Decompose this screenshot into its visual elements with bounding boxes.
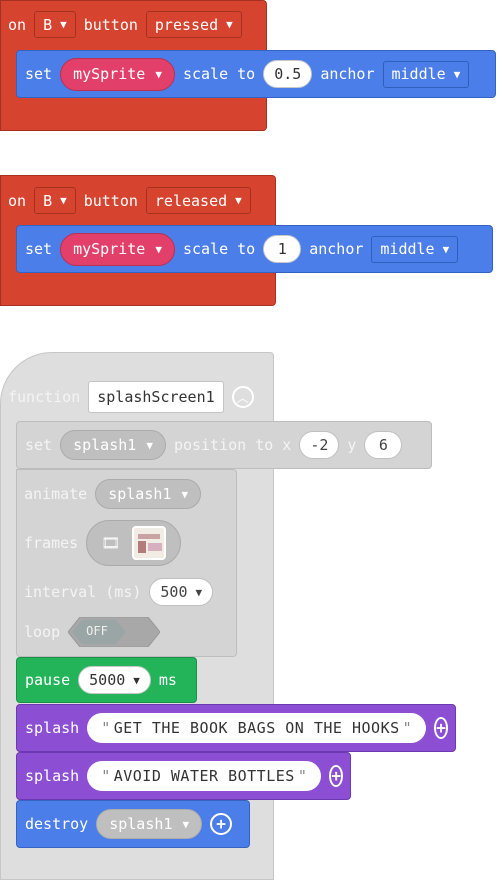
- button-label: button: [83, 15, 138, 34]
- interval-row: interval (ms) 500 ▼: [16, 577, 221, 607]
- event-header-released: on B ▼ button released ▼: [0, 184, 259, 217]
- on-label: on: [8, 15, 27, 34]
- caret-down-icon: ▼: [235, 194, 242, 207]
- splash-text: GET THE BOOK BAGS ON THE HOOKS: [113, 719, 400, 737]
- open-quote-icon: ": [101, 767, 111, 785]
- caret-down-icon: ▼: [226, 18, 233, 31]
- button-dropdown[interactable]: B ▼: [34, 11, 76, 38]
- position-to-x-label: position to x: [173, 436, 292, 454]
- caret-down-icon: ▼: [155, 242, 162, 256]
- pause-value-dropdown[interactable]: 5000 ▼: [78, 666, 151, 694]
- anchor-dropdown[interactable]: middle ▼: [371, 235, 459, 263]
- anchor-label: anchor: [320, 65, 375, 83]
- button-dropdown[interactable]: B ▼: [34, 187, 76, 214]
- close-quote-icon: ": [297, 767, 308, 785]
- function-header: function splashScreen1 ︿: [0, 380, 262, 414]
- loop-row: loop OFF: [16, 617, 168, 647]
- scale-to-label: scale to: [182, 240, 256, 258]
- state-value: pressed: [154, 15, 219, 34]
- y-label: y: [347, 436, 357, 454]
- sprite-name: splash1: [73, 436, 137, 454]
- sprite-variable-pill[interactable]: splash1 ▼: [96, 809, 203, 839]
- caret-down-icon: ▼: [453, 67, 461, 81]
- set-label: set: [25, 436, 53, 454]
- caret-down-icon: ▼: [155, 67, 162, 81]
- splash-text-input[interactable]: " AVOID WATER BOTTLES ": [87, 761, 322, 791]
- ms-label: ms: [158, 671, 177, 689]
- button-value: B: [43, 191, 53, 210]
- pause-block[interactable]: pause 5000 ▼ ms: [16, 657, 197, 703]
- sprite-variable-pill[interactable]: mySprite ▼: [60, 232, 175, 266]
- button-label: button: [83, 191, 138, 210]
- splash-block-1[interactable]: splash " GET THE BOOK BAGS ON THE HOOKS " …: [16, 704, 456, 752]
- scale-value-input[interactable]: 1: [263, 235, 302, 263]
- button-value: B: [43, 15, 53, 34]
- frames-row: frames 🎞: [16, 519, 189, 567]
- sprite-variable-pill[interactable]: mySprite ▼: [60, 57, 175, 91]
- on-label: on: [8, 191, 27, 210]
- splash-label: splash: [25, 767, 80, 785]
- caret-down-icon: ▼: [146, 438, 153, 452]
- sprite-name: mySprite: [73, 65, 146, 83]
- set-position-block[interactable]: set splash1 ▼ position to x -2 y 6: [16, 421, 432, 469]
- function-keyword: function: [8, 388, 81, 406]
- destroy-label: destroy: [25, 815, 89, 833]
- sprite-variable-pill[interactable]: splash1 ▼: [95, 479, 202, 509]
- scale-to-label: scale to: [182, 65, 256, 83]
- sprite-variable-pill[interactable]: splash1 ▼: [60, 430, 166, 460]
- anchor-value: middle: [380, 240, 435, 258]
- set-scale-block-pressed[interactable]: set mySprite ▼ scale to 0.5 anchor middle…: [16, 50, 496, 98]
- sprite-name: mySprite: [73, 240, 146, 258]
- pause-label: pause: [25, 671, 71, 689]
- destroy-block[interactable]: destroy splash1 ▼ +: [16, 800, 250, 848]
- sprite-name: splash1: [108, 485, 172, 503]
- splash-text-input[interactable]: " GET THE BOOK BAGS ON THE HOOKS ": [87, 713, 427, 743]
- loop-toggle[interactable]: OFF: [68, 617, 161, 647]
- interval-label: interval (ms): [24, 583, 142, 601]
- state-dropdown[interactable]: released ▼: [145, 187, 251, 214]
- frames-label: frames: [24, 534, 79, 552]
- animate-label: animate: [24, 485, 88, 503]
- interval-dropdown[interactable]: 500 ▼: [149, 578, 214, 606]
- collapse-icon[interactable]: ︿: [231, 386, 254, 408]
- add-icon[interactable]: +: [210, 813, 233, 835]
- caret-down-icon: ▼: [442, 242, 450, 256]
- pause-value: 5000: [89, 671, 126, 689]
- caret-down-icon: ▼: [133, 673, 140, 687]
- open-quote-icon: ": [101, 719, 111, 737]
- add-icon[interactable]: +: [329, 765, 343, 787]
- interval-value: 500: [160, 583, 188, 601]
- x-value-input[interactable]: -2: [299, 431, 340, 459]
- splash-block-2[interactable]: splash " AVOID WATER BOTTLES " +: [16, 752, 351, 800]
- event-header-pressed: on B ▼ button pressed ▼: [0, 8, 250, 41]
- state-dropdown[interactable]: pressed ▼: [145, 11, 242, 38]
- caret-down-icon: ▼: [60, 18, 67, 31]
- splash-text: AVOID WATER BOTTLES: [113, 767, 295, 785]
- caret-down-icon: ▼: [60, 194, 67, 207]
- anchor-dropdown[interactable]: middle ▼: [382, 60, 470, 88]
- set-label: set: [25, 240, 53, 258]
- scale-value-input[interactable]: 0.5: [263, 60, 313, 88]
- add-icon[interactable]: +: [434, 717, 448, 739]
- toggle-shape: [68, 617, 161, 647]
- frames-field[interactable]: 🎞: [86, 520, 182, 566]
- state-value: released: [154, 191, 228, 210]
- film-icon: 🎞: [101, 534, 121, 552]
- frame-thumbnail: [132, 526, 167, 560]
- sprite-name: splash1: [109, 815, 173, 833]
- caret-down-icon: ▼: [181, 487, 189, 501]
- anchor-value: middle: [391, 65, 446, 83]
- set-scale-block-released[interactable]: set mySprite ▼ scale to 1 anchor middle ▼: [16, 225, 493, 273]
- caret-down-icon: ▼: [182, 817, 190, 831]
- y-value-input[interactable]: 6: [364, 431, 403, 459]
- loop-state-label: OFF: [86, 624, 108, 638]
- set-label: set: [25, 65, 53, 83]
- animate-row: animate splash1 ▼: [16, 479, 209, 509]
- anchor-label: anchor: [309, 240, 364, 258]
- close-quote-icon: ": [402, 719, 413, 737]
- caret-down-icon: ▼: [195, 585, 203, 599]
- loop-label: loop: [24, 623, 61, 641]
- function-name-input[interactable]: splashScreen1: [88, 381, 224, 413]
- splash-label: splash: [25, 719, 80, 737]
